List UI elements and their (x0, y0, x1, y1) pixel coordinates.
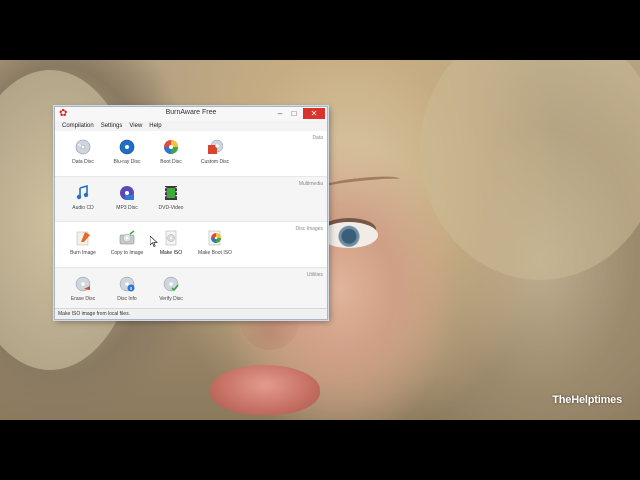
dvd-video-label: DVD-Video (158, 204, 184, 211)
data-disc-button[interactable]: Data Disc (61, 139, 105, 165)
section-disc-images: Disc Images Burn Image Copy to Image Mak… (55, 222, 327, 268)
make-boot-iso-button[interactable]: Make Boot ISO (193, 230, 237, 256)
task-panel: Data Data Disc Blu-ray Disc Boot Disc Cu… (55, 131, 327, 312)
title-bar[interactable]: ✿ BurnAware Free – □ ✕ (55, 107, 327, 121)
menu-settings[interactable]: Settings (98, 121, 127, 131)
audio-cd-button[interactable]: Audio CD (61, 184, 105, 211)
copy-to-image-label: Copy to Image (110, 250, 144, 256)
wallpaper-eye (320, 222, 378, 248)
mp3-disc-button[interactable]: MP3 Disc (105, 185, 149, 211)
verify-disc-label: Verify Disc (159, 295, 183, 302)
menu-help[interactable]: Help (146, 121, 165, 131)
dvd-video-button[interactable]: DVD-Video (149, 185, 193, 211)
erase-disc-label: Erase Disc (70, 295, 96, 302)
wallpaper-lips (210, 365, 320, 415)
bluray-disc-icon (119, 139, 135, 155)
dvd-video-icon (165, 185, 177, 200)
audio-cd-icon (76, 184, 89, 199)
mp3-disc-label: MP3 Disc (116, 204, 138, 211)
boot-disc-icon (164, 140, 178, 154)
menu-bar: Compilation Settings View Help (55, 121, 327, 131)
make-iso-label: Make ISO (159, 250, 183, 256)
section-label-multimedia: Multimedia (298, 180, 323, 187)
wallpaper-hair (420, 60, 640, 280)
boot-disc-label: Boot Disc (160, 159, 182, 165)
data-disc-label: Data Disc (72, 159, 94, 165)
section-data: Data Data Disc Blu-ray Disc Boot Disc Cu… (55, 131, 327, 177)
erase-disc-button[interactable]: Erase Disc (61, 276, 105, 302)
section-utilities: Utilities Erase Disc Disc Info Verify Di… (55, 267, 327, 312)
custom-disc-button[interactable]: Custom Disc (193, 139, 237, 165)
burn-image-button[interactable]: Burn Image (61, 230, 105, 256)
wallpaper-brow (319, 173, 401, 194)
bluray-disc-button[interactable]: Blu-ray Disc (105, 139, 149, 165)
menu-view[interactable]: View (126, 121, 146, 131)
section-label-utilities: Utilities (306, 271, 323, 278)
custom-disc-icon (208, 139, 223, 154)
minimize-button[interactable]: – (273, 108, 287, 119)
disc-info-button[interactable]: Disc Info (105, 276, 149, 302)
make-boot-iso-icon (208, 230, 221, 246)
menu-compilation[interactable]: Compilation (59, 121, 98, 131)
make-boot-iso-label: Make Boot ISO (198, 250, 232, 256)
disc-info-label: Disc Info (117, 295, 137, 302)
audio-cd-label: Audio CD (72, 204, 94, 211)
custom-disc-label: Custom Disc (200, 159, 230, 165)
section-label-data: Data (312, 135, 323, 141)
data-disc-icon (75, 139, 91, 155)
copy-to-image-icon (119, 230, 135, 245)
verify-disc-button[interactable]: Verify Disc (149, 276, 193, 302)
burn-image-label: Burn Image (70, 250, 96, 256)
section-label-disc-images: Disc Images (295, 226, 323, 232)
verify-disc-icon (163, 276, 179, 291)
burnaware-window[interactable]: ✿ BurnAware Free – □ ✕ Compilation Setti… (54, 106, 328, 320)
watermark: TheHelptimes (552, 394, 622, 406)
close-button[interactable]: ✕ (303, 108, 325, 119)
mp3-disc-icon (120, 185, 134, 200)
copy-to-image-button[interactable]: Copy to Image (105, 230, 149, 256)
burn-image-icon (76, 231, 90, 246)
bluray-disc-label: Blu-ray Disc (113, 159, 141, 165)
status-bar: Make ISO image from local files. (55, 308, 327, 319)
section-multimedia: Multimedia Audio CD MP3 Disc DVD-Video (55, 176, 327, 222)
boot-disc-button[interactable]: Boot Disc (149, 139, 193, 165)
maximize-button[interactable]: □ (287, 108, 301, 119)
erase-disc-icon (75, 276, 91, 291)
disc-info-icon (119, 276, 135, 291)
make-iso-icon (165, 230, 177, 246)
mouse-cursor-icon (150, 236, 158, 247)
